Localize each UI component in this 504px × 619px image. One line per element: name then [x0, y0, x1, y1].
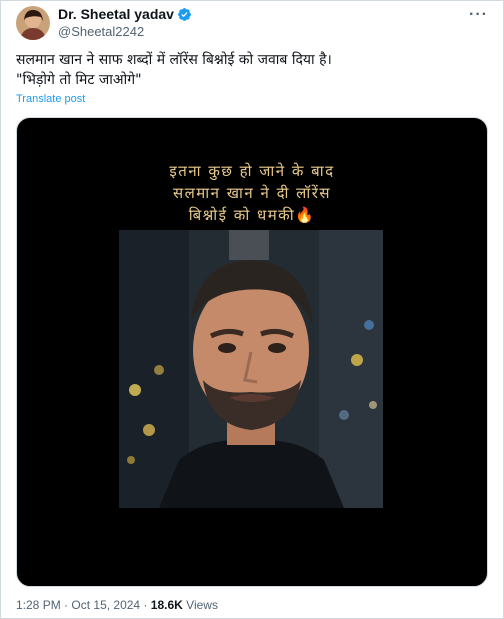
- meta-separator: ·: [143, 598, 148, 612]
- author-name[interactable]: Dr. Sheetal yadav: [58, 6, 174, 23]
- views-count[interactable]: 18.6K: [151, 598, 183, 612]
- translate-post-link[interactable]: Translate post: [16, 93, 85, 105]
- post-date[interactable]: Oct 15, 2024: [71, 598, 140, 612]
- video-caption: इतना कुछ हो जाने के बाद सलमान खान ने दी …: [17, 160, 487, 226]
- verified-badge-icon: [178, 8, 191, 21]
- post-text-line: "भिड़ोगे तो मिट जाओगे": [16, 72, 142, 88]
- post-meta: 1:28 PM · Oct 15, 2024 · 18.6K Views: [16, 598, 218, 612]
- post-header: Dr. Sheetal yadav @Sheetal2242 ···: [16, 6, 494, 40]
- author-handle[interactable]: @Sheetal2242: [58, 23, 192, 40]
- caption-line: सलमान खान ने दी लॉरेंस: [172, 184, 332, 202]
- caption-line: इतना कुछ हो जाने के बाद: [169, 162, 335, 180]
- post-text-line: सलमान खान ने साफ शब्दों में लॉरेंस बिश्न…: [16, 52, 332, 68]
- meta-separator: ·: [64, 598, 69, 612]
- more-options-icon[interactable]: ···: [469, 6, 488, 24]
- views-label: Views: [186, 598, 218, 612]
- post-time[interactable]: 1:28 PM: [16, 598, 61, 612]
- video-frame-image: [119, 230, 383, 508]
- post-text: सलमान खान ने साफ शब्दों में लॉरेंस बिश्न…: [16, 50, 488, 90]
- author-avatar[interactable]: [16, 6, 50, 40]
- caption-line: बिश्नोई को धमकी🔥: [188, 206, 316, 224]
- video-player[interactable]: इतना कुछ हो जाने के बाद सलमान खान ने दी …: [16, 117, 488, 587]
